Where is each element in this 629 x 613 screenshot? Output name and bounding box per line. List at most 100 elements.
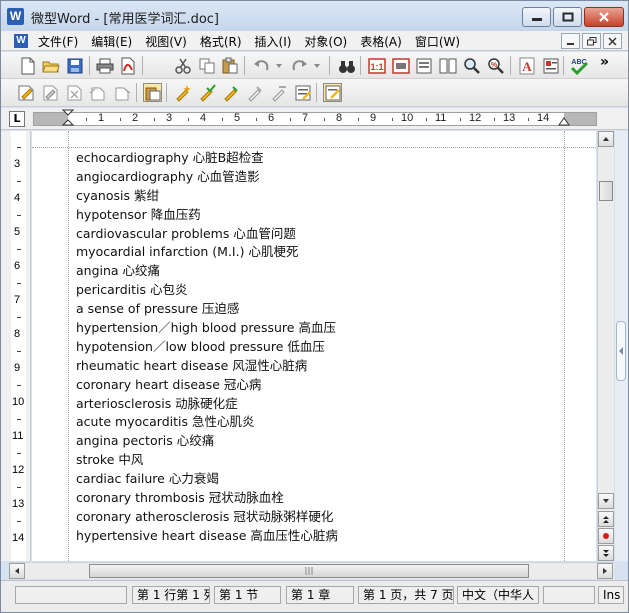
one-to-one-icon[interactable]: 1:1 [367, 56, 386, 75]
pencil-icon-c[interactable] [269, 83, 288, 102]
pencil-icon-a[interactable] [221, 83, 240, 102]
paste-icon[interactable] [220, 56, 239, 75]
new-document-icon[interactable] [18, 56, 37, 75]
page-view-icon[interactable] [391, 56, 410, 75]
document-line[interactable]: hypotensor 降血压药 [76, 206, 338, 225]
sparkle-pencil-icon[interactable] [173, 83, 192, 102]
document-line[interactable]: cardiac failure 心力衰竭 [76, 470, 338, 489]
right-indent-marker-icon[interactable] [558, 117, 570, 127]
print-icon[interactable] [95, 56, 114, 75]
close-button[interactable] [584, 7, 624, 27]
replace-icon[interactable]: % [486, 56, 505, 75]
document-line[interactable]: pericarditis 心包炎 [76, 281, 338, 300]
doc-minimize-button[interactable] [561, 33, 580, 49]
binoculars-find-icon[interactable] [337, 56, 356, 75]
document-line[interactable]: rheumatic heart disease 风湿性心脏病 [76, 357, 338, 376]
document-line[interactable]: arteriosclerosis 动脉硬化症 [76, 395, 338, 414]
word-app-icon[interactable]: W [7, 8, 24, 25]
cut-icon[interactable] [173, 56, 192, 75]
document-line[interactable]: coronary atherosclerosis 冠状动脉粥样硬化 [76, 508, 338, 527]
vertical-scroll-thumb[interactable] [599, 181, 613, 201]
next-page-button[interactable] [598, 545, 614, 561]
vruler-tick [17, 317, 21, 318]
open-folder-icon[interactable] [41, 56, 60, 75]
paste-special-icon[interactable] [143, 83, 162, 102]
previous-page-button[interactable] [598, 511, 614, 527]
highlight-icon[interactable] [16, 83, 35, 102]
pdf-icon[interactable] [118, 56, 137, 75]
font-color-icon[interactable]: A [517, 56, 536, 75]
scroll-left-button[interactable] [9, 563, 25, 579]
document-line[interactable]: angiocardiography 心血管造影 [76, 168, 338, 187]
toolbar-separator [329, 56, 330, 75]
document-line[interactable]: cardiovascular problems 心血管问题 [76, 225, 338, 244]
redo-icon[interactable] [289, 56, 308, 75]
horizontal-scrollbar[interactable] [9, 562, 614, 579]
zoom-icon[interactable] [462, 56, 481, 75]
document-text[interactable]: echocardiography 心脏B超检查 angiocardiograph… [76, 149, 338, 546]
page-icon-a[interactable] [88, 83, 107, 102]
page-icon-b[interactable] [112, 83, 131, 102]
svg-text:1:1: 1:1 [370, 62, 383, 72]
status-language: 中文（中华人 [457, 586, 539, 604]
edit-pencil-icon[interactable] [40, 83, 59, 102]
copy-icon[interactable] [197, 56, 216, 75]
menu-file[interactable]: 文件(F) [38, 33, 78, 50]
document-line[interactable]: coronary heart disease 冠心病 [76, 376, 338, 395]
maximize-button[interactable] [553, 7, 582, 27]
document-line[interactable]: stroke 中风 [76, 451, 338, 470]
document-line[interactable]: echocardiography 心脏B超检查 [76, 149, 338, 168]
vruler-number: 13 [12, 498, 25, 510]
doc-close-button[interactable] [603, 33, 622, 49]
horizontal-scroll-thumb[interactable] [89, 564, 529, 578]
document-line[interactable]: hypertensive heart disease 高血压性心脏病 [76, 527, 338, 546]
indent-marker-icon[interactable] [62, 109, 74, 127]
save-icon[interactable] [65, 56, 84, 75]
undo-dropdown-icon[interactable] [269, 56, 288, 75]
menu-insert[interactable]: 插入(I) [255, 33, 292, 50]
ruler-strip[interactable]: 1 2 3 4 5 6 7 8 9 10 11 12 13 14 [33, 109, 597, 127]
toolbar-more-arrow[interactable]: » [600, 54, 609, 70]
collapse-arrow-icon [619, 347, 623, 355]
document-canvas[interactable]: echocardiography 心脏B超检查 angiocardiograph… [32, 131, 596, 561]
menu-window[interactable]: 窗口(W) [415, 33, 460, 50]
scroll-right-button[interactable] [597, 563, 613, 579]
minimize-button[interactable] [522, 7, 551, 27]
track-changes-icon[interactable] [323, 83, 342, 102]
document-menu-icon[interactable]: W [14, 34, 28, 48]
tab-stop-selector[interactable]: L [9, 111, 25, 127]
minimize-icon [567, 42, 574, 45]
menu-table[interactable]: 表格(A) [360, 33, 402, 50]
document-line[interactable]: cyanosis 紫绀 [76, 187, 338, 206]
scroll-up-button[interactable] [598, 131, 614, 147]
document-line[interactable]: angina pectoris 心绞痛 [76, 432, 338, 451]
ruler-number: 6 [268, 112, 275, 124]
doc-restore-button[interactable] [582, 33, 601, 49]
menu-format[interactable]: 格式(R) [200, 33, 242, 50]
check-pencil-icon[interactable] [197, 83, 216, 102]
ruler-tick [154, 118, 155, 121]
menu-view[interactable]: 视图(V) [145, 33, 187, 50]
document-line[interactable]: myocardial infarction (M.I.) 心肌梗死 [76, 243, 338, 262]
status-insert-mode[interactable]: Ins [598, 586, 624, 604]
style-icon[interactable] [541, 56, 560, 75]
document-line[interactable]: coronary thrombosis 冠状动脉血栓 [76, 489, 338, 508]
redo-dropdown-icon[interactable] [307, 56, 326, 75]
multi-page-icon[interactable] [438, 56, 457, 75]
document-line[interactable]: angina 心绞痛 [76, 262, 338, 281]
pencil-icon-b[interactable] [245, 83, 264, 102]
menu-edit[interactable]: 编辑(E) [91, 33, 132, 50]
two-page-icon[interactable] [414, 56, 433, 75]
scroll-down-button[interactable] [598, 493, 614, 509]
document-line[interactable]: acute myocarditis 急性心肌炎 [76, 413, 338, 432]
splitter-handle[interactable] [616, 321, 626, 381]
document-line[interactable]: hypertension／high blood pressure 高血压 [76, 319, 338, 338]
notes-icon[interactable] [293, 83, 312, 102]
document-line[interactable]: hypotension／low blood pressure 低血压 [76, 338, 338, 357]
vertical-scrollbar[interactable] [597, 131, 614, 561]
menu-object[interactable]: 对象(O) [304, 33, 347, 50]
select-browse-object-button[interactable] [598, 528, 614, 544]
delete-edit-icon[interactable] [64, 83, 83, 102]
spellcheck-icon[interactable]: ABC [569, 56, 588, 75]
document-line[interactable]: a sense of pressure 压迫感 [76, 300, 338, 319]
